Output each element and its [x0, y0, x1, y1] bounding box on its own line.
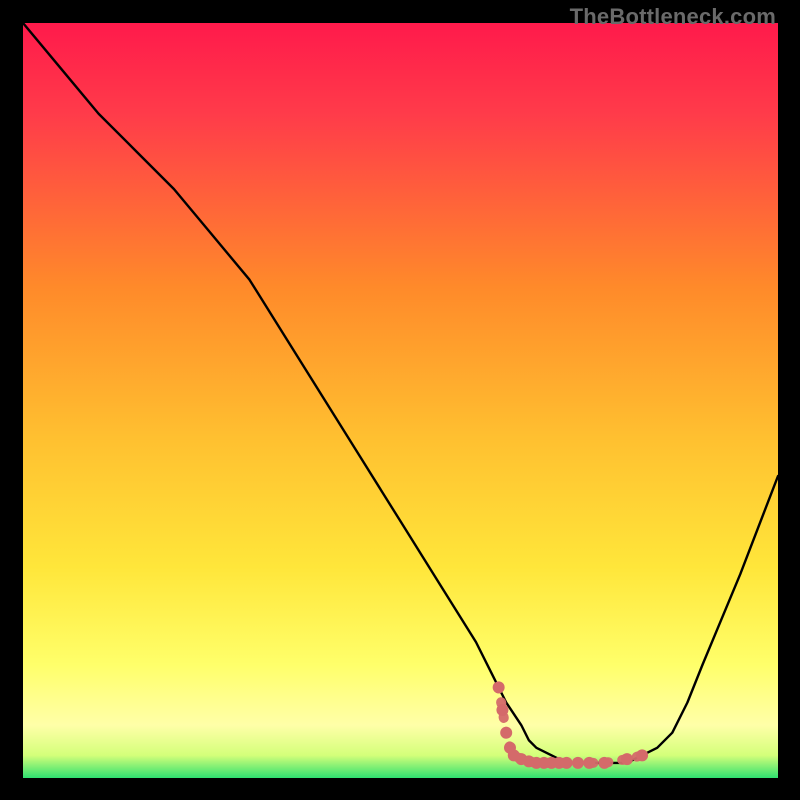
marker-dot	[496, 704, 508, 716]
chart-svg	[23, 23, 778, 778]
plot-area	[23, 23, 778, 778]
marker-dot	[493, 681, 505, 693]
marker-dot	[598, 757, 610, 769]
marker-dot	[561, 757, 573, 769]
marker-dot	[583, 757, 595, 769]
marker-dot	[621, 753, 633, 765]
marker-dot	[572, 757, 584, 769]
watermark-text: TheBottleneck.com	[570, 4, 776, 30]
chart-frame: TheBottleneck.com	[0, 0, 800, 800]
marker-dot	[500, 727, 512, 739]
gradient-background	[23, 23, 778, 778]
marker-dot	[636, 749, 648, 761]
